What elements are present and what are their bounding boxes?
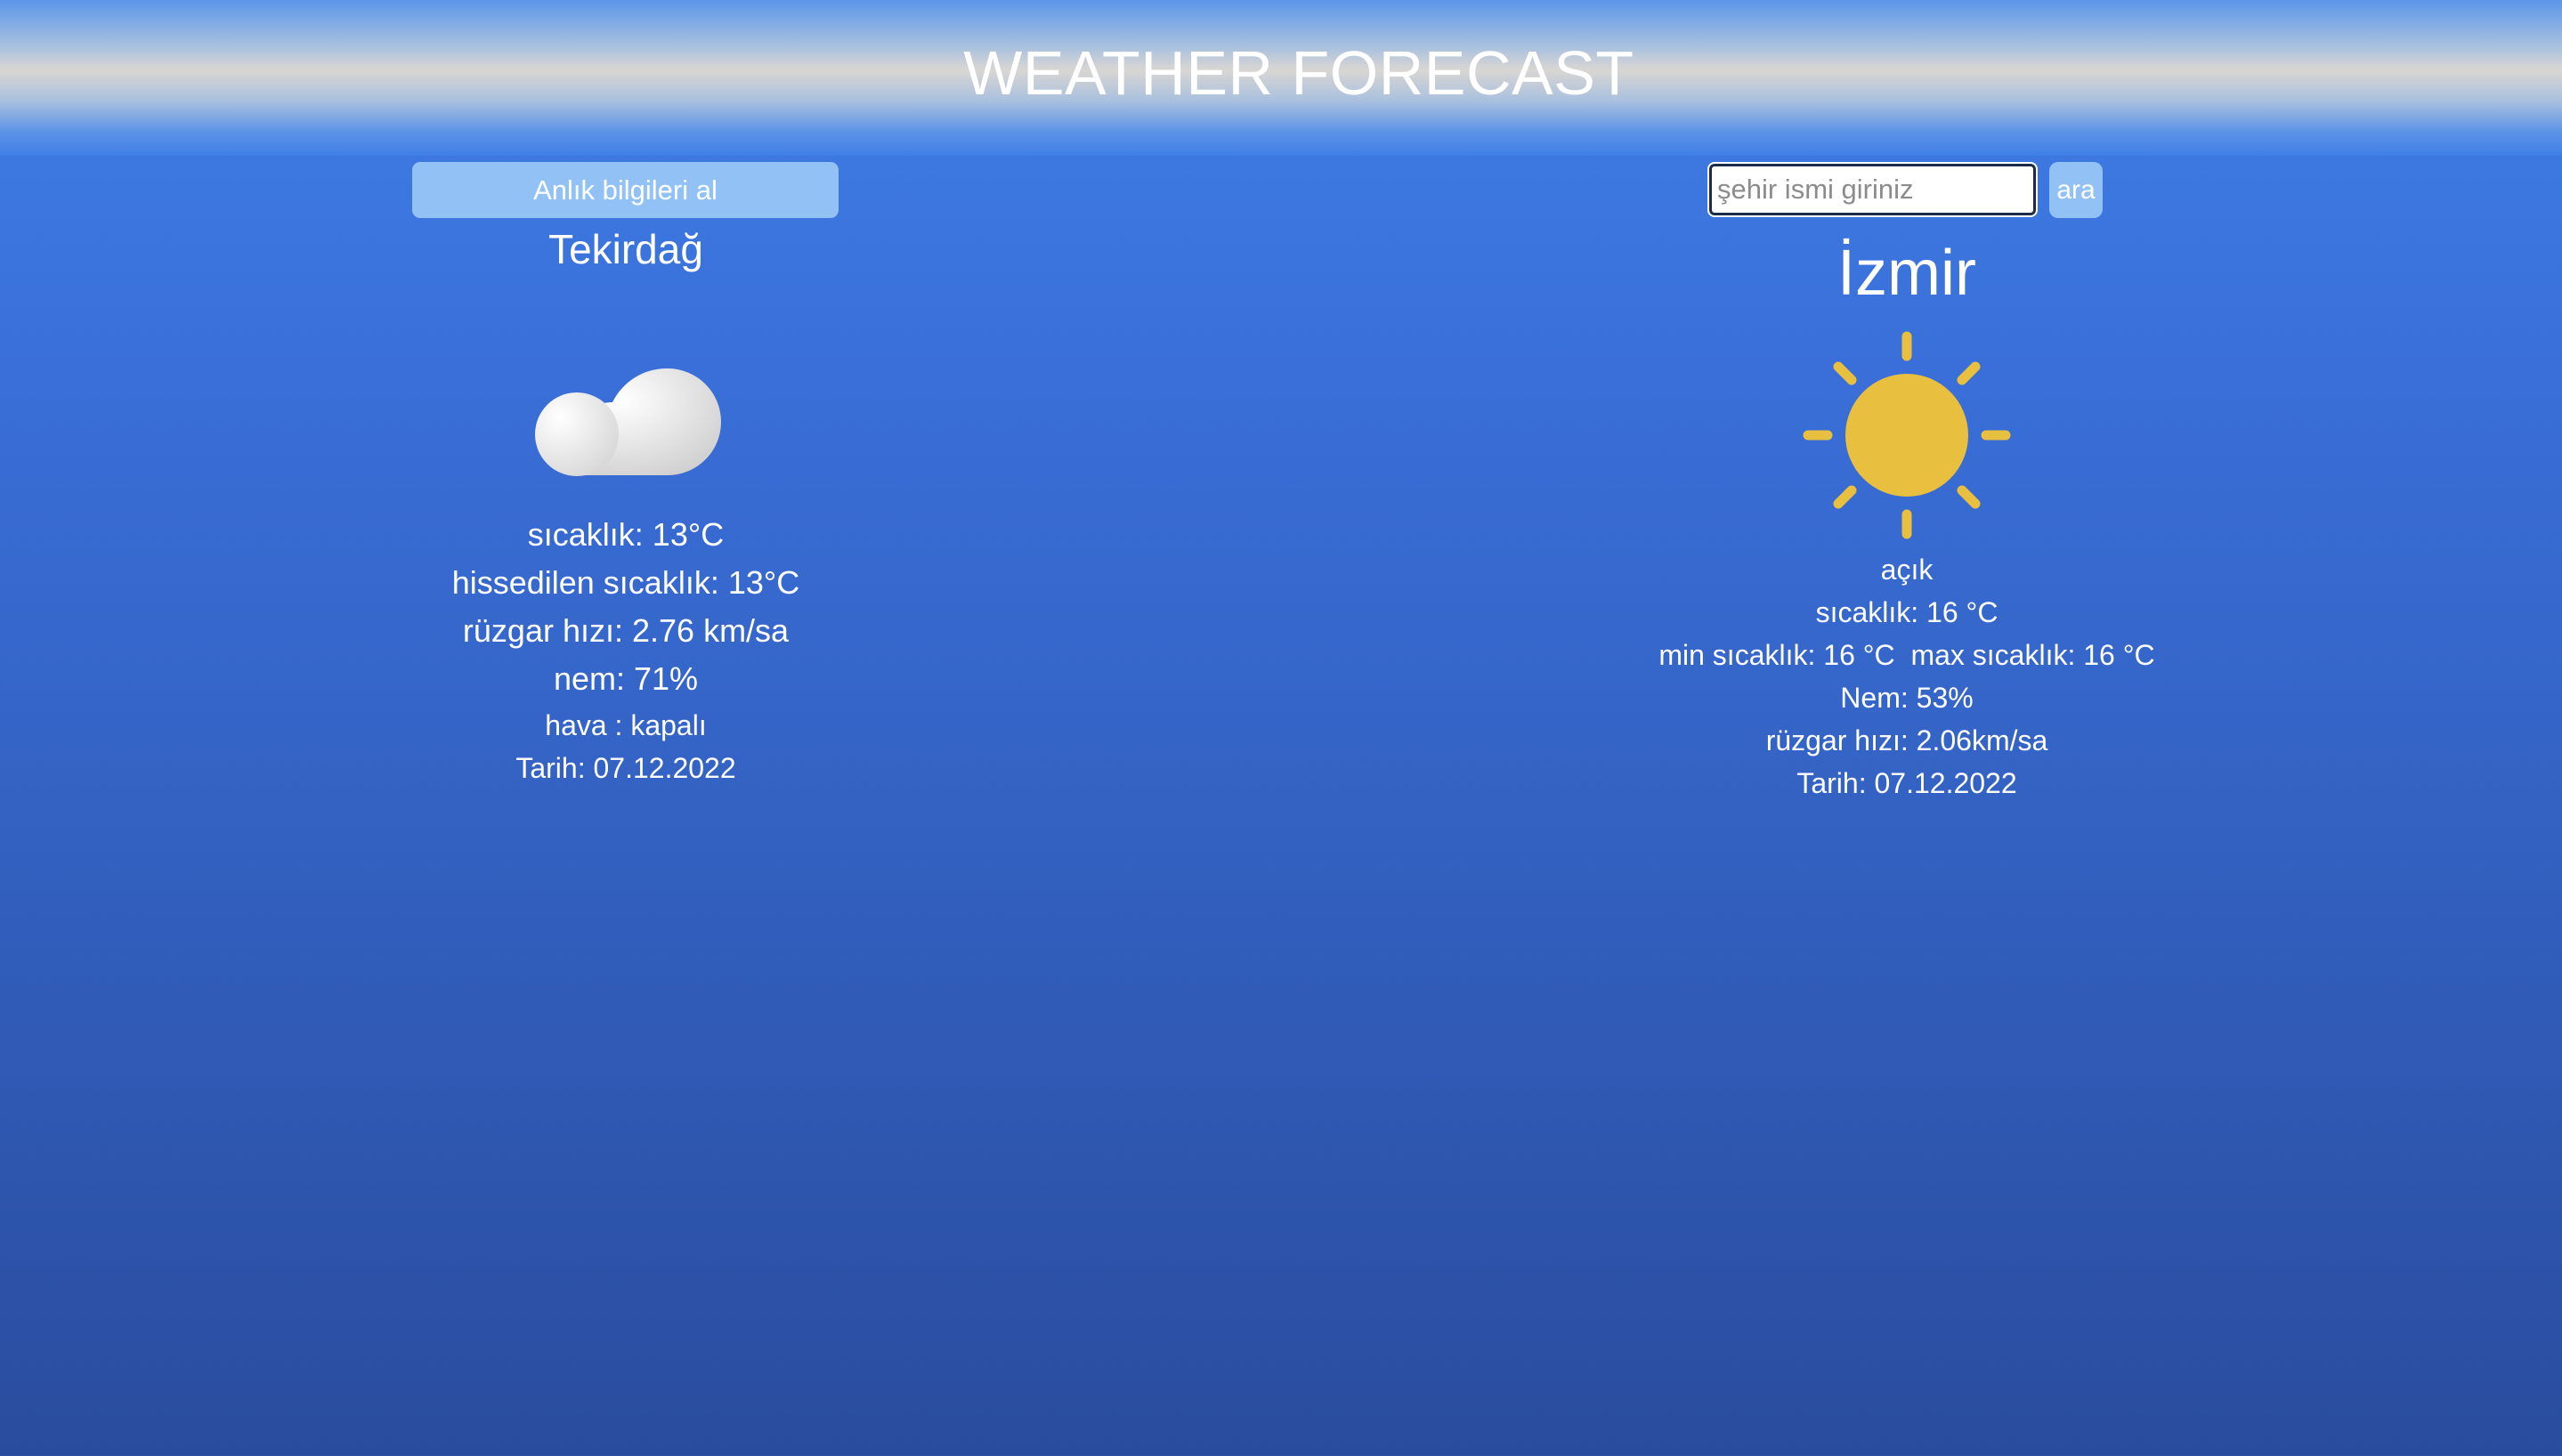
search-button[interactable]: ara	[2049, 162, 2103, 218]
right-wind-speed: rüzgar hızı: 2.06km/sa	[1765, 724, 2048, 756]
left-temperature: sıcaklık: 13°C	[527, 516, 725, 553]
right-min-max-temperature: min sıcaklık: 16 °C max sıcaklık: 16 °C	[1658, 639, 2155, 671]
right-temperature: sıcaklık: 16 °C	[1815, 596, 1999, 628]
city-name-right: İzmir	[1837, 238, 1976, 309]
left-date: Tarih: 07.12.2022	[515, 752, 736, 784]
city-name-left: Tekirdağ	[548, 226, 703, 272]
sun-icon	[1803, 331, 2011, 539]
right-humidity: Nem: 53%	[1840, 682, 1974, 714]
left-wind-speed: rüzgar hızı: 2.76 km/sa	[462, 612, 790, 649]
left-humidity: nem: 71%	[553, 660, 699, 697]
cloud-icon	[535, 368, 721, 476]
left-feels-like: hissedilen sıcaklık: 13°C	[451, 564, 800, 601]
page-title: WEATHER FORECAST	[963, 38, 1634, 108]
get-current-info-button[interactable]: Anlık bilgileri al	[412, 162, 839, 218]
right-condition: açık	[1880, 554, 1934, 586]
city-search-input[interactable]	[1707, 162, 2038, 217]
right-date: Tarih: 07.12.2022	[1796, 767, 2017, 799]
left-weather-condition: hava : kapalı	[545, 709, 707, 741]
